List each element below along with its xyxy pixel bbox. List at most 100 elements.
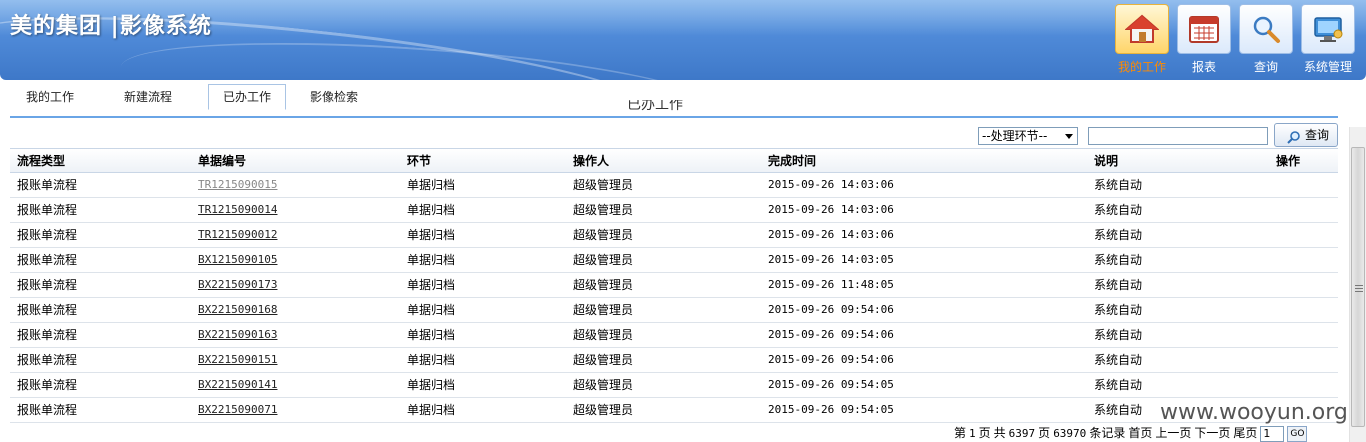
done-work-table: 流程类型 单据编号 环节 操作人 完成时间 说明 操作 报账单流程 TR12150…: [10, 148, 1338, 423]
pager-total-label: 共: [993, 426, 1006, 440]
row-note: 系统自动: [1094, 403, 1143, 417]
row-note: 系统自动: [1094, 203, 1143, 217]
row-doc-number-link[interactable]: BX2215090071: [198, 398, 277, 422]
row-finish-time: 2015-09-26 09:54:06: [768, 353, 894, 366]
chevron-down-icon: [1065, 134, 1073, 139]
step-filter-select[interactable]: --处理环节--: [978, 127, 1078, 145]
goto-page-input[interactable]: 1: [1260, 425, 1285, 442]
row-note: 系统自动: [1094, 378, 1143, 392]
row-flow-type: 报账单流程: [17, 378, 78, 392]
row-flow-type: 报账单流程: [17, 278, 78, 292]
row-flow-type: 报账单流程: [17, 353, 78, 367]
row-finish-time: 2015-09-26 09:54:05: [768, 403, 894, 416]
row-operator: 超级管理员: [573, 228, 634, 242]
row-step: 单据归档: [407, 403, 456, 417]
row-finish-time: 2015-09-26 09:54:05: [768, 378, 894, 391]
prev-page-link[interactable]: 上一页: [1155, 424, 1191, 441]
row-doc-number-link[interactable]: BX1215090105: [198, 248, 277, 272]
pager-prefix: 第: [954, 426, 967, 440]
row-doc-number-link[interactable]: TR1215090014: [198, 198, 277, 222]
row-finish-time: 2015-09-26 14:03:05: [768, 253, 894, 266]
total-records: 63970: [1053, 427, 1087, 440]
first-page-link[interactable]: 首页: [1128, 424, 1152, 441]
total-pages: 6397: [1008, 427, 1036, 440]
row-flow-type: 报账单流程: [17, 328, 78, 342]
scrollbar-thumb[interactable]: [1351, 147, 1365, 427]
row-flow-type: 报账单流程: [17, 303, 78, 317]
current-page: 1: [969, 427, 976, 440]
row-flow-type: 报账单流程: [17, 403, 78, 417]
column-header: 环节: [407, 154, 432, 168]
pager-total-pages-unit: 页: [1038, 426, 1051, 440]
column-header: 操作: [1276, 154, 1301, 168]
next-page-link[interactable]: 下一页: [1194, 424, 1230, 441]
row-doc-number-link[interactable]: BX2215090168: [198, 298, 277, 322]
row-operator: 超级管理员: [573, 378, 634, 392]
pagination: 第 1 页共 6397 页 63970 条记录 首页 上一页 下一页 尾页 1 GO: [954, 424, 1310, 442]
row-note: 系统自动: [1094, 253, 1143, 267]
last-page-link[interactable]: 尾页: [1233, 424, 1257, 441]
go-button[interactable]: GO: [1287, 425, 1308, 442]
watermark: www.wooyun.org: [1160, 400, 1348, 425]
nav-label: 我的工作: [1117, 60, 1166, 74]
magnifier-icon: [1239, 4, 1293, 54]
column-header: 操作人: [573, 154, 610, 168]
row-operator: 超级管理员: [573, 328, 634, 342]
row-doc-number-link[interactable]: BX2215090173: [198, 273, 277, 297]
row-doc-number-link[interactable]: BX2215090151: [198, 348, 277, 372]
page-title: 已办工作: [627, 100, 683, 113]
step-filter-value: --处理环节--: [982, 129, 1048, 143]
table-row: 报账单流程 BX2215090173 单据归档 超级管理员 2015-09-26 11:…: [10, 273, 1338, 298]
row-doc-number-link[interactable]: TR1215090015: [198, 173, 277, 197]
nav-my-work[interactable]: 我的工作: [1115, 4, 1169, 75]
row-note: 系统自动: [1094, 303, 1143, 317]
row-operator: 超级管理员: [573, 403, 634, 417]
table-row: 报账单流程 BX2215090163 单据归档 超级管理员 2015-09-26 09:…: [10, 323, 1338, 348]
row-step: 单据归档: [407, 253, 456, 267]
nav-label: 报表: [1191, 60, 1216, 74]
row-doc-number-link[interactable]: BX2215090163: [198, 323, 277, 347]
tab-done-work[interactable]: 已办工作: [208, 84, 286, 110]
nav-label: 系统管理: [1303, 60, 1352, 74]
column-header: 流程类型: [17, 154, 66, 168]
app-title: 美的集团 |影像系统: [10, 14, 212, 39]
tab-new-process[interactable]: 新建流程: [112, 85, 184, 109]
row-finish-time: 2015-09-26 14:03:06: [768, 228, 894, 241]
tab-image-search[interactable]: 影像检索: [298, 85, 370, 109]
nav-label: 查询: [1253, 60, 1278, 74]
tab-my-work[interactable]: 我的工作: [14, 85, 86, 109]
row-note: 系统自动: [1094, 278, 1143, 292]
search-button-label: 查询: [1304, 128, 1329, 142]
table-row: 报账单流程 BX2215090071 单据归档 超级管理员 2015-09-26 09:…: [10, 398, 1338, 423]
nav-system-admin[interactable]: 系统管理: [1301, 4, 1355, 75]
row-step: 单据归档: [407, 303, 456, 317]
row-flow-type: 报账单流程: [17, 228, 78, 242]
search-input[interactable]: [1088, 127, 1268, 145]
row-step: 单据归档: [407, 228, 456, 242]
nav-report[interactable]: 报表: [1177, 4, 1231, 75]
row-step: 单据归档: [407, 178, 456, 192]
tab-divider: [10, 116, 1338, 118]
row-note: 系统自动: [1094, 328, 1143, 342]
column-header: 完成时间: [768, 154, 817, 168]
row-doc-number-link[interactable]: TR1215090012: [198, 223, 277, 247]
column-header: 单据编号: [198, 154, 247, 168]
row-doc-number-link[interactable]: BX2215090141: [198, 373, 277, 397]
search-button[interactable]: 查询: [1274, 123, 1338, 147]
row-operator: 超级管理员: [573, 203, 634, 217]
table-row: 报账单流程 BX2215090151 单据归档 超级管理员 2015-09-26 09:…: [10, 348, 1338, 373]
table-row: 报账单流程 BX2215090168 单据归档 超级管理员 2015-09-26 09:…: [10, 298, 1338, 323]
row-step: 单据归档: [407, 353, 456, 367]
row-operator: 超级管理员: [573, 253, 634, 267]
vertical-scrollbar[interactable]: [1349, 127, 1366, 442]
grip-icon: [1355, 285, 1363, 292]
table-row: 报账单流程 BX2215090141 单据归档 超级管理员 2015-09-26 09:…: [10, 373, 1338, 398]
row-operator: 超级管理员: [573, 278, 634, 292]
row-note: 系统自动: [1094, 228, 1143, 242]
table-row: 报账单流程 TR1215090014 单据归档 超级管理员 2015-09-26 14:…: [10, 198, 1338, 223]
row-flow-type: 报账单流程: [17, 203, 78, 217]
home-icon: [1115, 4, 1169, 54]
row-operator: 超级管理员: [573, 353, 634, 367]
table-row: 报账单流程 BX1215090105 单据归档 超级管理员 2015-09-26 14:…: [10, 248, 1338, 273]
nav-query[interactable]: 查询: [1239, 4, 1293, 75]
